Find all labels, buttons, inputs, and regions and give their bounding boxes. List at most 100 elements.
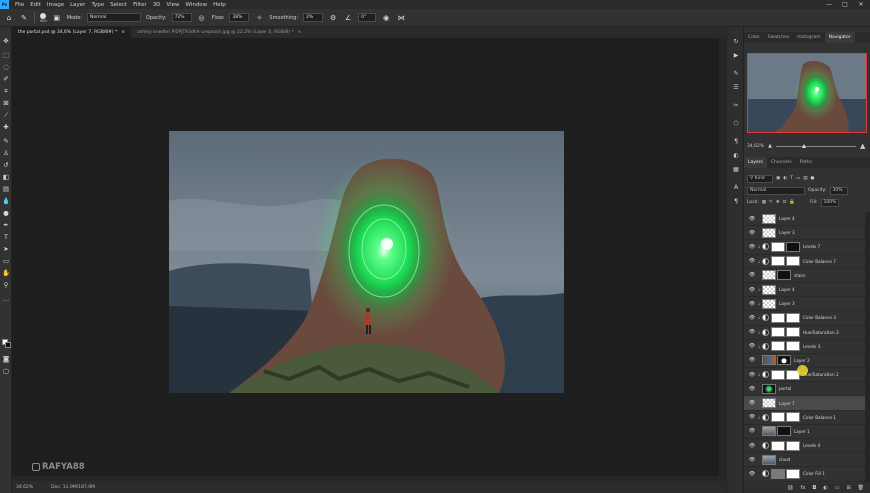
blend-mode-select[interactable]: Normal bbox=[747, 186, 805, 195]
menu-help[interactable]: Help bbox=[210, 2, 229, 8]
brush-settings-icon[interactable]: ▣ bbox=[52, 13, 62, 23]
visibility-eye-icon[interactable]: 👁 bbox=[748, 230, 756, 236]
menu-file[interactable]: File bbox=[12, 2, 27, 8]
layer-name[interactable]: Layer 4 bbox=[779, 216, 795, 221]
navigator-preview[interactable] bbox=[747, 53, 867, 133]
adjustment-layer-icon[interactable] bbox=[762, 442, 769, 450]
menu-layer[interactable]: Layer bbox=[67, 2, 88, 8]
tab-swatches[interactable]: Swatches bbox=[764, 32, 794, 43]
eraser-tool-icon[interactable]: ◧ bbox=[2, 173, 10, 181]
layer-thumbnail[interactable] bbox=[762, 227, 776, 238]
layer-row[interactable]: 👁 ↓ Layer 3 bbox=[744, 297, 865, 312]
screen-mode-icon[interactable]: ▢ bbox=[2, 367, 10, 375]
document-canvas[interactable] bbox=[169, 131, 564, 393]
tab-paths[interactable]: Paths bbox=[796, 157, 816, 168]
layer-row[interactable]: 👁 Layer 3 bbox=[744, 226, 865, 241]
lock-all-icon[interactable]: 🔒 bbox=[789, 200, 795, 205]
styles-panel-icon[interactable]: ◐ bbox=[732, 151, 740, 159]
visibility-eye-icon[interactable]: 👁 bbox=[748, 357, 756, 363]
libraries-panel-icon[interactable]: ▦ bbox=[732, 165, 740, 173]
visibility-eye-icon[interactable]: 👁 bbox=[748, 315, 756, 321]
layer-name[interactable]: Levels 3 bbox=[803, 344, 820, 349]
layer-row[interactable]: 👁 ↓ Color Balance 3 bbox=[744, 311, 865, 326]
layer-name[interactable]: Layer 2 bbox=[794, 358, 810, 363]
tab-navigator[interactable]: Navigator bbox=[824, 32, 855, 43]
filter-toggle-icon[interactable]: ● bbox=[810, 176, 814, 181]
layers-scrollbar[interactable] bbox=[865, 212, 870, 483]
visibility-eye-icon[interactable]: 👁 bbox=[748, 400, 756, 406]
layer-name[interactable]: Layer 3 bbox=[779, 230, 795, 235]
adjustment-layer-icon[interactable] bbox=[762, 371, 769, 379]
zoom-tool-icon[interactable]: ⚲ bbox=[2, 281, 10, 289]
close-tab-icon[interactable]: × bbox=[298, 30, 302, 35]
smoothing-settings-icon[interactable]: ⚙ bbox=[328, 13, 338, 23]
maximize-button[interactable]: □ bbox=[838, 0, 852, 9]
stamp-tool-icon[interactable]: ♙ bbox=[2, 149, 10, 157]
layer-thumbnail[interactable] bbox=[762, 454, 776, 465]
layer-mask-thumbnail[interactable] bbox=[777, 270, 791, 281]
tab-channels[interactable]: Channels bbox=[767, 157, 796, 168]
paragraph-panel-icon[interactable]: ¶ bbox=[732, 137, 740, 145]
type-tool-icon[interactable]: T bbox=[2, 233, 10, 241]
lock-transparent-icon[interactable]: ▦ bbox=[762, 200, 766, 205]
crop-tool-icon[interactable]: ⌗ bbox=[2, 87, 10, 95]
adjustments-panel-icon[interactable]: ☰ bbox=[732, 83, 740, 91]
layer-row[interactable]: 👁 stairs bbox=[744, 269, 865, 283]
layer-name[interactable]: Hue/Saturation 3 bbox=[803, 330, 839, 335]
fill-field[interactable]: 100% bbox=[820, 198, 839, 207]
play-actions-icon[interactable]: ▶ bbox=[732, 51, 740, 59]
brush-settings-panel-icon[interactable]: ✎ bbox=[732, 69, 740, 77]
brush-tool-icon[interactable]: ✎ bbox=[2, 137, 10, 145]
menu-image[interactable]: Image bbox=[44, 2, 67, 8]
adjustment-layer-icon[interactable] bbox=[762, 243, 769, 251]
layer-mask-thumbnail[interactable] bbox=[786, 440, 800, 451]
visibility-eye-icon[interactable]: 👁 bbox=[748, 372, 756, 378]
smoothing-field[interactable]: 2% bbox=[303, 13, 324, 22]
menu-view[interactable]: View bbox=[163, 2, 182, 8]
layer-name[interactable]: Layer 3 bbox=[779, 301, 795, 306]
menu-edit[interactable]: Edit bbox=[27, 2, 44, 8]
layer-name[interactable]: cloud bbox=[779, 457, 790, 462]
tab-layers[interactable]: Layers bbox=[744, 157, 767, 168]
tab-ashley-knedler[interactable]: ashley knedler PI5PJTA3dhA unsplash.jpg … bbox=[131, 27, 308, 38]
menu-type[interactable]: Type bbox=[88, 2, 107, 8]
adjustment-layer-icon[interactable] bbox=[762, 328, 769, 336]
layer-mask-thumbnail[interactable] bbox=[786, 256, 800, 267]
visibility-eye-icon[interactable]: 👁 bbox=[748, 414, 756, 420]
canvas-area[interactable] bbox=[12, 38, 726, 481]
layer-mask-thumbnail[interactable] bbox=[786, 468, 800, 479]
layer-thumbnail[interactable] bbox=[762, 284, 776, 295]
visibility-eye-icon[interactable]: 👁 bbox=[748, 287, 756, 293]
layer-row[interactable]: 👁 Layer 1 bbox=[744, 425, 865, 439]
lasso-tool-icon[interactable]: ◌ bbox=[2, 63, 10, 71]
layer-row[interactable]: 👁 Levels 4 bbox=[744, 439, 865, 454]
layer-row[interactable]: 👁 ↓ Levels 3 bbox=[744, 340, 865, 354]
visibility-eye-icon[interactable]: 👁 bbox=[748, 258, 756, 264]
visibility-eye-icon[interactable]: 👁 bbox=[748, 471, 756, 477]
paragraph-styles-icon[interactable]: ¶ bbox=[732, 197, 740, 205]
tab-color[interactable]: Color bbox=[744, 32, 764, 43]
layer-name[interactable]: Layer 7 bbox=[779, 401, 795, 406]
filter-kind-select[interactable]: ⚲ Kind bbox=[747, 174, 773, 183]
layer-name[interactable]: Layer 4 bbox=[779, 287, 795, 292]
layer-name[interactable]: Color Balance 1 bbox=[803, 415, 836, 420]
adjustment-icon[interactable]: ◐ bbox=[823, 485, 827, 491]
flow-field[interactable]: 38% bbox=[229, 13, 250, 22]
tab-the-portal[interactable]: the portal.psd @ 34,6% (Layer 7, RGB/8#)… bbox=[12, 27, 132, 38]
layer-thumbnail[interactable] bbox=[771, 312, 785, 323]
trash-icon[interactable]: 🗑 bbox=[858, 485, 864, 491]
menu-filter[interactable]: Filter bbox=[130, 2, 150, 8]
layer-name[interactable]: portal bbox=[779, 386, 791, 391]
move-tool-icon[interactable]: ✥ bbox=[2, 37, 10, 45]
more-tools-icon[interactable]: … bbox=[2, 295, 10, 303]
eyedropper-tool-icon[interactable]: ⁄ bbox=[2, 111, 10, 119]
pixel-filter-icon[interactable]: ▣ bbox=[776, 176, 780, 181]
layer-row[interactable]: 👁 portal bbox=[744, 382, 865, 397]
menu-window[interactable]: Window bbox=[182, 2, 210, 8]
visibility-eye-icon[interactable]: 👁 bbox=[748, 457, 756, 463]
adjustment-layer-icon[interactable] bbox=[762, 314, 769, 322]
adjustment-layer-icon[interactable] bbox=[762, 342, 769, 350]
layer-name[interactable]: Hue/Saturation 2 bbox=[803, 372, 839, 377]
canvas-vertical-scrollbar[interactable] bbox=[719, 38, 726, 481]
layer-row[interactable]: 👁 ↓ Levels 7 bbox=[744, 240, 865, 255]
